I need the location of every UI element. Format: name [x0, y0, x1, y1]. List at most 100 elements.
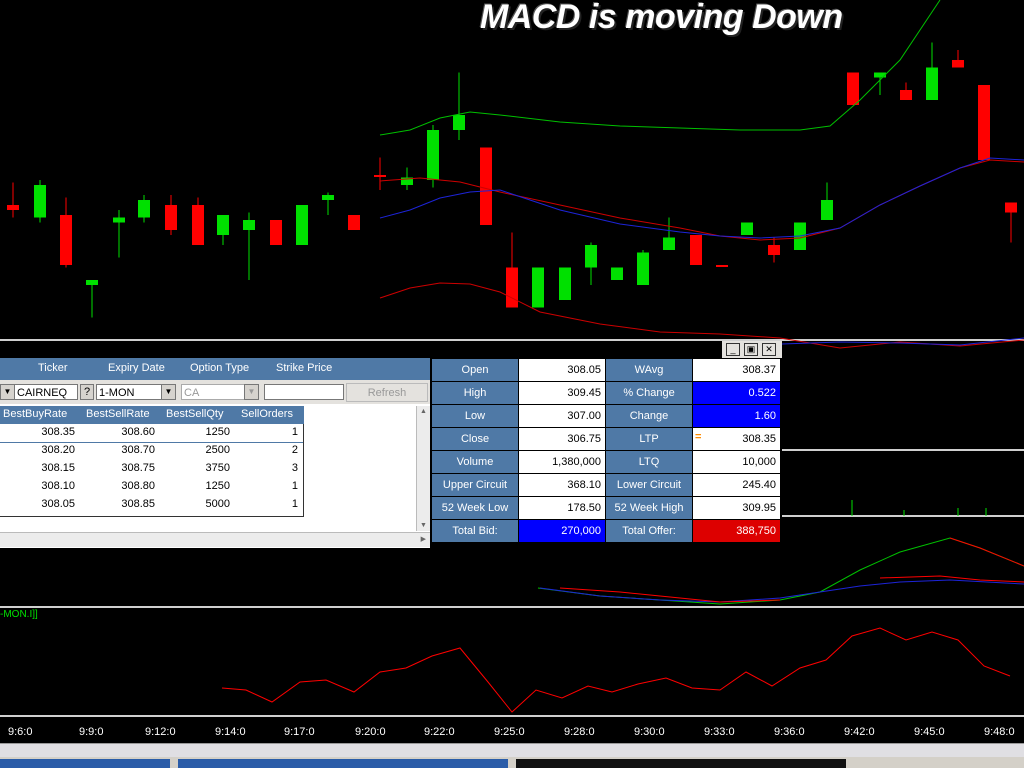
macd-line-red	[949, 537, 1024, 567]
week52-low-value: 178.50	[519, 497, 605, 519]
total-offer-value: 388,750	[693, 520, 780, 542]
time-tick-label: 9:12:0	[145, 726, 176, 738]
candle-body	[243, 220, 255, 230]
sell-rate-cell: 308.60	[121, 426, 155, 438]
taskbar-item[interactable]	[852, 759, 1024, 768]
depth-grid-header: BestBuyRate BestSellRate BestSellQty Sel…	[0, 406, 304, 424]
candle-body	[559, 267, 571, 300]
ltp-value-text: 308.35	[742, 433, 776, 445]
taskbar-item[interactable]	[516, 759, 846, 768]
candle-body	[585, 245, 597, 268]
change-label: Change	[606, 405, 692, 427]
depth-header: Ticker Expiry Date Option Type Strike Pr…	[0, 358, 432, 380]
table-row[interactable]: 308.20 308.70 2500 2	[0, 442, 303, 460]
exchange-dropdown-icon[interactable]: ▼	[0, 384, 15, 400]
table-row[interactable]: 308.35 308.60 1250 1	[0, 424, 303, 443]
total-bid-value: 270,000	[519, 520, 605, 542]
taskbar	[0, 757, 1024, 768]
close-label: Close	[432, 428, 518, 450]
change-value: 1.60	[693, 405, 780, 427]
market-depth-panel: Ticker Expiry Date Option Type Strike Pr…	[0, 358, 432, 548]
table-row[interactable]: 308.15 308.75 3750 3	[0, 460, 303, 478]
strike-price-header: Strike Price	[276, 362, 333, 374]
sell-orders-cell: 1	[291, 426, 298, 438]
ticker-header: Ticker	[38, 362, 68, 374]
ticker-input[interactable]: CAIRNEQ	[14, 384, 78, 400]
oscillator-line	[221, 627, 1011, 713]
time-tick-label: 9:45:0	[914, 726, 945, 738]
candle-body	[165, 205, 177, 230]
candle-body	[611, 267, 623, 280]
open-label: Open	[432, 359, 518, 381]
candle-body	[637, 252, 649, 285]
buy-rate-cell: 308.05	[41, 498, 75, 510]
scroll-up-icon[interactable]: ▲	[420, 408, 427, 415]
expiry-dropdown-icon[interactable]: ▼	[161, 384, 176, 400]
lower-circuit-value: 245.40	[693, 474, 780, 496]
upper-circuit-label: Upper Circuit	[432, 474, 518, 496]
taskbar-item[interactable]	[178, 759, 508, 768]
volume-label: Volume	[432, 451, 518, 473]
buy-rate-cell: 308.20	[41, 444, 75, 456]
table-row[interactable]: 308.05 308.85 5000 1	[0, 496, 303, 514]
minimize-icon[interactable]: _	[726, 343, 740, 356]
close-icon[interactable]: ✕	[762, 343, 776, 356]
scroll-down-icon[interactable]: ▼	[420, 522, 427, 529]
option-type-dropdown-icon[interactable]: ▼	[244, 384, 259, 400]
best-buy-rate-header: BestBuyRate	[3, 408, 68, 420]
lower-band-line	[379, 282, 1024, 349]
option-type-header: Option Type	[190, 362, 250, 374]
best-sell-rate-header: BestSellRate	[86, 408, 150, 420]
macd-signal-line	[539, 579, 1024, 603]
sell-orders-header: SellOrders	[241, 408, 293, 420]
chart-scrollbar[interactable]	[0, 743, 1024, 758]
restore-icon[interactable]: ▣	[744, 343, 758, 356]
total-bid-label: Total Bid:	[432, 520, 518, 542]
horizontal-scrollbar[interactable]: ▶	[0, 532, 430, 547]
candle-body	[821, 200, 833, 220]
sell-orders-cell: 2	[291, 444, 298, 456]
time-tick-label: 9:30:0	[634, 726, 665, 738]
ltp-marker-icon: =	[695, 431, 702, 443]
time-tick-label: 9:36:0	[774, 726, 805, 738]
ltq-value: 10,000	[693, 451, 780, 473]
quote-panel: Open 308.05 WAvg 308.37 High 309.45 % Ch…	[430, 358, 782, 548]
expiry-select[interactable]: 1-MON	[96, 384, 162, 400]
depth-controls: ▼ CAIRNEQ ? 1-MON ▼ CA ▼ Refresh	[0, 380, 432, 404]
week52-high-value: 309.95	[693, 497, 780, 519]
time-axis: 9:6:0 9:9:0 9:12:0 9:14:0 9:17:0 9:20:0 …	[0, 718, 1024, 742]
expiry-header: Expiry Date	[108, 362, 165, 374]
strike-price-input[interactable]	[264, 384, 344, 400]
candle-body	[1005, 202, 1017, 213]
taskbar-item[interactable]	[0, 759, 170, 768]
candle-body	[86, 280, 98, 285]
candle-body	[506, 267, 518, 308]
table-row[interactable]: 308.10 308.80 1250 1	[0, 478, 303, 496]
sell-qty-cell: 1250	[205, 426, 230, 438]
week52-low-label: 52 Week Low	[432, 497, 518, 519]
scroll-right-icon[interactable]: ▶	[421, 535, 426, 543]
open-value: 308.05	[519, 359, 605, 381]
candle-body	[532, 267, 544, 308]
candle-body	[348, 215, 360, 230]
refresh-button[interactable]: Refresh	[346, 383, 428, 402]
candle-body	[322, 195, 334, 200]
vertical-scrollbar[interactable]: ▲ ▼	[416, 406, 431, 531]
volume-value: 1,380,000	[519, 451, 605, 473]
time-tick-label: 9:33:0	[704, 726, 735, 738]
macd-legend: -MON.I]]	[0, 609, 38, 620]
option-type-select[interactable]: CA	[181, 384, 245, 400]
candle-body	[60, 215, 72, 265]
upper-circuit-value: 368.10	[519, 474, 605, 496]
low-label: Low	[432, 405, 518, 427]
candle-body	[113, 217, 125, 223]
ticker-help-button[interactable]: ?	[80, 384, 94, 400]
candle-body	[741, 222, 753, 235]
candle-body	[663, 237, 675, 250]
time-tick-label: 9:28:0	[564, 726, 595, 738]
candle-body	[978, 85, 990, 160]
candle-body	[7, 205, 19, 210]
depth-grid: 308.35 308.60 1250 1 308.20 308.70 2500 …	[0, 424, 304, 517]
low-value: 307.00	[519, 405, 605, 427]
ltp-value: = 308.35	[693, 428, 780, 450]
